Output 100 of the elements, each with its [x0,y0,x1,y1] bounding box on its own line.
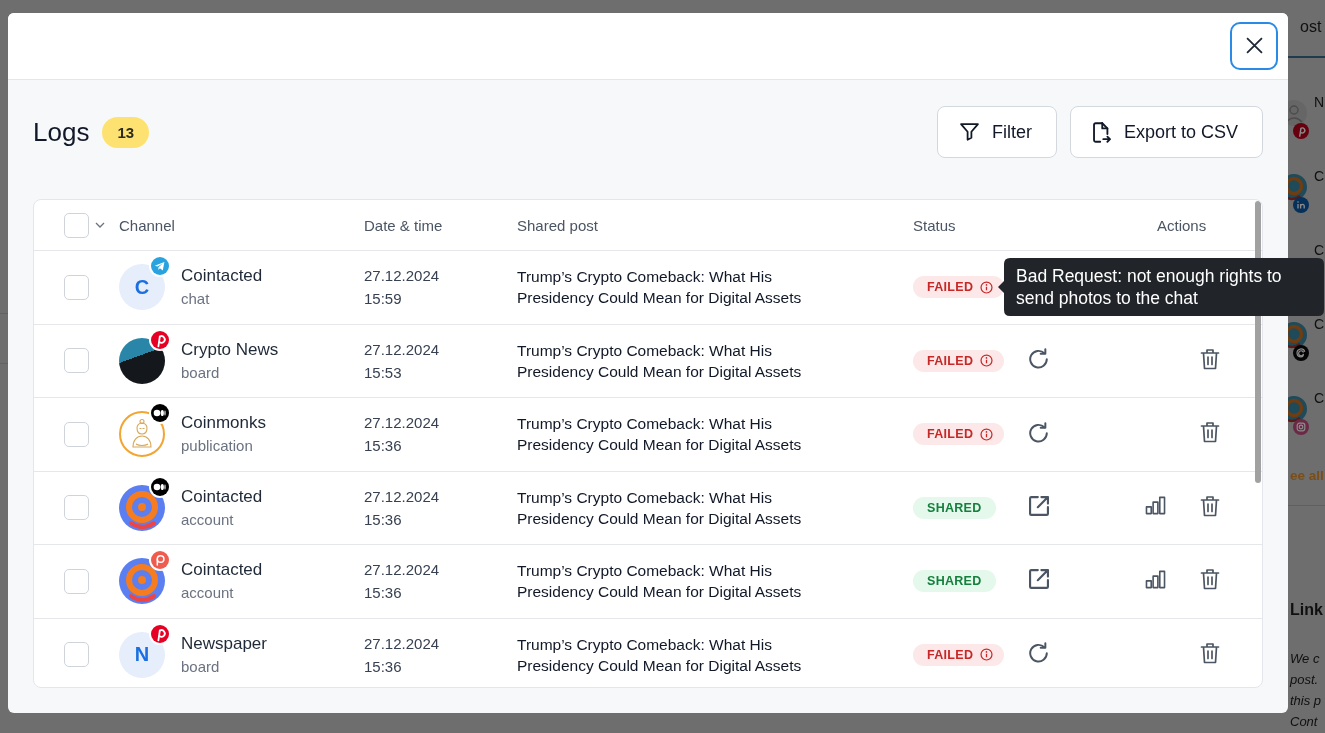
status-text: FAILED [927,280,974,295]
time: 15:36 [364,583,402,604]
tab[interactable]: ost [1300,18,1322,35]
post-title: Trump’s Crypto Comeback: What His Presidency Could Mean for Digital Assets [517,487,803,529]
channel-type: account [181,583,234,604]
date: 27.12.2024 [364,266,440,287]
status-text: FAILED [927,427,974,442]
post-title: Trump’s Crypto Comeback: What His Presidency Could Mean for Digital Assets [517,561,803,603]
external-link-icon[interactable] [1029,495,1049,516]
channel-name: Newspaper [181,632,267,655]
trash-icon[interactable] [1200,421,1220,444]
time: 15:36 [364,509,402,530]
avatar-icon [1288,394,1308,424]
dots-badge-icon [149,402,171,425]
channel-name: Crypto News [181,338,279,361]
channel-name: Cointacted [181,485,263,508]
post-title: Trump’s Crypto Comeback: What His Presidency Could Mean for Digital Assets [517,340,803,382]
p-badge-icon [149,622,171,645]
time: 15:36 [364,436,402,457]
column-header: Channel [119,216,175,234]
info-icon[interactable] [980,427,994,441]
time: 15:59 [364,289,402,310]
post-title: Trump’s Crypto Comeback: What His Presidency Could Mean for Digital Assets [517,414,803,456]
p-ring-badge-icon [149,549,171,572]
date: 27.12.2024 [364,339,440,360]
column-header: Status [913,216,956,234]
refresh-icon[interactable] [1029,642,1048,664]
trash-icon[interactable] [1200,568,1220,591]
section-title: Link [1290,600,1323,620]
avatar: N [119,631,165,678]
count-badge: 13 [102,116,150,148]
status-text: SHARED [927,574,982,589]
chevron-down-icon[interactable] [95,222,105,228]
date: 27.12.2024 [364,486,440,507]
trash-icon[interactable] [1200,641,1220,664]
checkbox[interactable] [64,348,89,374]
checkbox[interactable] [64,495,89,521]
bar-chart-icon[interactable] [1145,496,1166,516]
channel-type: board [181,362,220,383]
refresh-icon[interactable] [1029,421,1048,443]
channel-name: C [1314,318,1325,331]
channel-name: Coinmonks [181,412,267,435]
info-icon[interactable] [980,354,994,368]
channel-type: account [181,509,234,530]
p-badge-icon [149,328,171,351]
refresh-icon[interactable] [1029,348,1048,370]
checkbox[interactable] [64,642,89,668]
channel-name: C [1314,170,1325,183]
checkbox[interactable] [64,421,89,447]
paper-plane-icon [149,255,171,278]
ring-logo-icon [119,558,165,605]
export-button[interactable]: Export to CSV [1069,106,1263,158]
channel-name: Cointacted [181,265,263,288]
dialog-title: Logs [33,117,90,147]
p-badge-icon [1293,123,1309,139]
column-header: Date & time [364,216,443,234]
photo-placeholder [119,337,165,384]
avatar: C [119,264,165,311]
note-line: this p [1290,692,1322,710]
note-line: Cont [1290,713,1318,731]
status-text: SHARED [927,500,982,515]
date: 27.12.2024 [364,560,440,581]
checkbox[interactable] [64,212,89,238]
dots-badge-icon [149,475,171,498]
avatar-icon [1288,320,1308,350]
note-line: post. [1290,671,1319,689]
trash-icon[interactable] [1200,494,1220,517]
date: 27.12.2024 [364,413,440,434]
time: 15:53 [364,362,402,383]
camera-badge-icon [1293,419,1309,435]
bar-chart-icon[interactable] [1145,569,1166,589]
channel-type: board [181,656,220,677]
filter-icon [959,123,979,141]
at-sign-badge-icon [1293,345,1309,361]
file-export-icon [1092,121,1111,143]
channel-type: publication [181,436,253,457]
trash-icon[interactable] [1200,347,1220,370]
close-icon [1245,37,1263,54]
avatar-icon [1288,172,1308,202]
external-link-icon[interactable] [1029,569,1049,590]
status-text: FAILED [927,353,974,368]
info-icon[interactable] [980,280,994,294]
note-line: We c [1290,650,1320,668]
post-title: Trump’s Crypto Comeback: What His Presidency Could Mean for Digital Assets [517,634,803,676]
channel-name: Cointacted [181,559,263,582]
avatar-icon [1288,98,1308,128]
channel-name: C [1314,392,1325,405]
channel-type: chat [181,289,210,310]
checkbox[interactable] [64,274,89,300]
column-header: Actions [1157,216,1207,234]
filter-button[interactable]: Filter [936,106,1057,158]
time: 15:36 [364,656,402,677]
tooltip: Bad Request: not enough rights to send photos to the chat [998,258,1324,316]
checkbox[interactable] [64,568,89,594]
info-icon[interactable] [980,648,994,662]
channel-name: C [1314,244,1325,257]
channel-name: N [1314,96,1325,109]
post-title: Trump’s Crypto Comeback: What His Presidency Could Mean for Digital Assets [517,267,803,309]
close-button[interactable] [1230,21,1278,70]
in-badge-icon [1293,197,1309,213]
